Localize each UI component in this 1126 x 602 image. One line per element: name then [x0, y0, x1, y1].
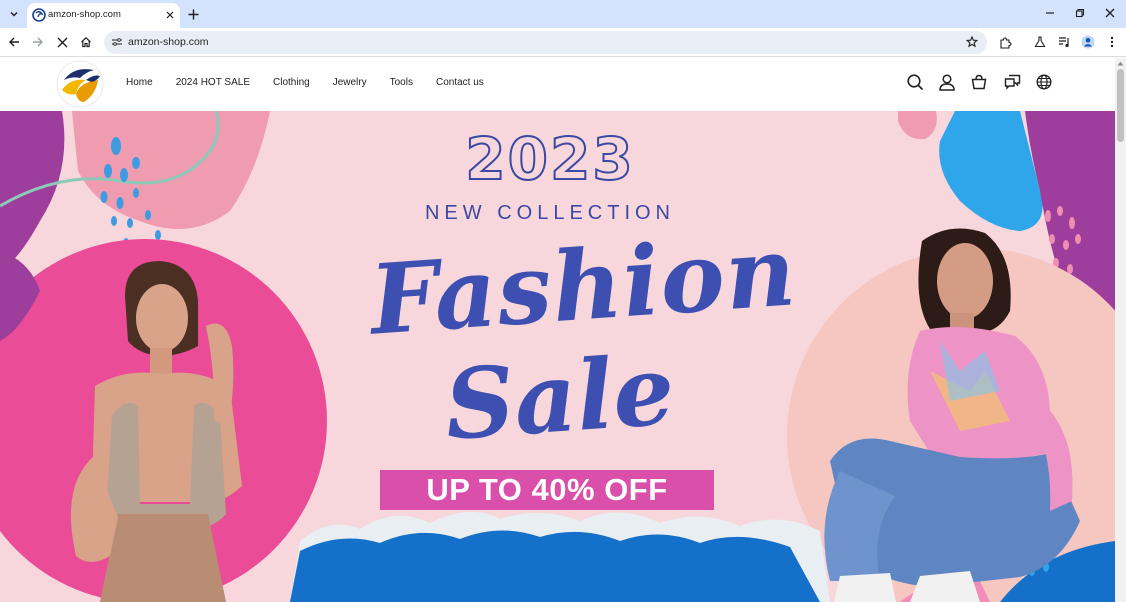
hero-headline-sale: Sale: [441, 333, 678, 462]
extensions-button[interactable]: [995, 32, 1015, 52]
browser-toolbar: amzon-shop.com: [0, 28, 1126, 57]
home-icon: [81, 36, 91, 48]
restore-button[interactable]: [1069, 4, 1091, 22]
hero-offer-band: UP TO 40% OFF: [380, 470, 714, 510]
cart-icon[interactable]: [969, 72, 989, 92]
nav-contact-us[interactable]: Contact us: [436, 77, 484, 88]
home-button[interactable]: [76, 32, 96, 52]
hero-year: 2023: [464, 124, 635, 194]
site-logo[interactable]: [56, 60, 104, 108]
main-nav: Home 2024 HOT SALE Clothing Jewelry Tool…: [126, 77, 507, 88]
restore-icon: [1075, 8, 1085, 18]
flask-icon: [1034, 36, 1046, 48]
browser-menu-button[interactable]: [1102, 32, 1122, 52]
nav-jewelry[interactable]: Jewelry: [333, 77, 367, 88]
nav-clothing[interactable]: Clothing: [273, 77, 310, 88]
media-controls-button[interactable]: [1054, 32, 1074, 52]
left-model-image: [70, 261, 242, 602]
plus-icon: [188, 9, 198, 19]
minimize-icon: [1046, 12, 1054, 14]
nav-2024-hot-sale[interactable]: 2024 HOT SALE: [176, 77, 250, 88]
hero-banner[interactable]: 2023 NEW COLLECTION Fashion Sale UP TO 4…: [0, 111, 1115, 602]
minimize-button[interactable]: [1039, 4, 1061, 22]
forward-button[interactable]: [28, 32, 48, 52]
chat-icon[interactable]: [1002, 72, 1022, 92]
search-icon[interactable]: [905, 72, 925, 92]
bookmark-star-icon[interactable]: [964, 34, 980, 50]
globe-icon[interactable]: [1034, 72, 1054, 92]
media-queue-icon: [1058, 37, 1069, 48]
nav-tools[interactable]: Tools: [390, 77, 413, 88]
labs-button[interactable]: [1030, 32, 1050, 52]
stop-loading-button[interactable]: [52, 32, 72, 52]
puzzle-icon: [999, 36, 1012, 49]
chevron-down-icon: [10, 12, 18, 17]
site-info-icon[interactable]: [110, 35, 124, 49]
avatar-icon: [1081, 35, 1095, 49]
address-bar[interactable]: amzon-shop.com: [104, 31, 987, 54]
back-button[interactable]: [4, 32, 24, 52]
right-model-image: [824, 228, 1080, 602]
tab-title: amzon-shop.com: [48, 9, 121, 20]
kebab-menu-icon: [1110, 36, 1114, 48]
active-tab[interactable]: amzon-shop.com: [27, 3, 180, 28]
hero-collection: NEW COLLECTION: [424, 202, 676, 224]
profile-button[interactable]: [1078, 32, 1098, 52]
nav-home[interactable]: Home: [126, 77, 153, 88]
close-icon: [1105, 8, 1115, 18]
url-text: amzon-shop.com: [128, 36, 209, 48]
close-window-button[interactable]: [1099, 4, 1121, 22]
stop-icon: [57, 37, 67, 47]
tab-search-button[interactable]: [4, 4, 24, 24]
new-tab-button[interactable]: [184, 5, 202, 23]
arrow-right-icon: [33, 37, 43, 47]
site-favicon-icon: [32, 8, 46, 22]
site-header: Home 2024 HOT SALE Clothing Jewelry Tool…: [0, 58, 1115, 111]
tab-close-icon[interactable]: [163, 8, 177, 22]
scrollbar-thumb[interactable]: [1117, 69, 1124, 142]
arrow-left-icon: [9, 37, 19, 47]
browser-tabstrip: amzon-shop.com: [0, 0, 1126, 28]
account-icon[interactable]: [937, 72, 957, 92]
scroll-up-arrow-icon[interactable]: [1115, 58, 1126, 69]
